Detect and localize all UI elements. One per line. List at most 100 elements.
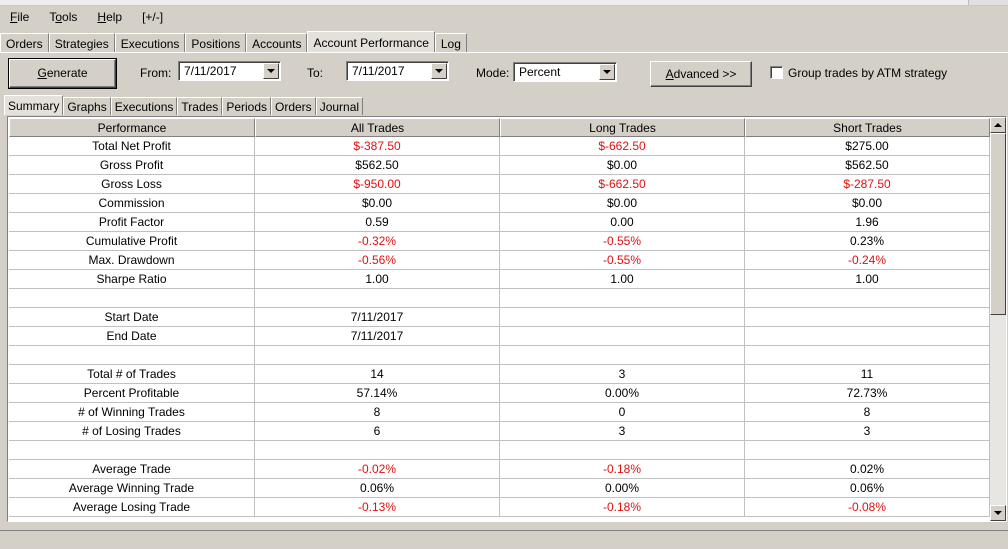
scroll-up-icon[interactable] xyxy=(990,117,1006,133)
tab-orders[interactable]: Orders xyxy=(0,33,49,53)
from-date-value: 7/11/2017 xyxy=(184,64,237,78)
table-row[interactable]: Gross Loss $-950.00 $-662.50 $-287.50 xyxy=(9,175,990,194)
generate-accel: G xyxy=(37,66,47,80)
column-header-all-trades[interactable]: All Trades xyxy=(255,118,500,137)
to-date-dropdown[interactable]: 7/11/2017 xyxy=(346,61,449,81)
advanced-accel: A xyxy=(665,67,674,81)
chevron-down-icon[interactable] xyxy=(431,63,447,79)
cell-metric: Profit Factor xyxy=(9,213,255,232)
table-row[interactable]: End Date 7/11/2017 xyxy=(9,327,990,346)
cell-short-trades: 0.02% xyxy=(745,460,990,479)
mode-select[interactable]: Percent xyxy=(513,62,617,82)
cell-metric xyxy=(9,346,255,365)
cell-all-trades: 7/11/2017 xyxy=(255,327,500,346)
cell-long-trades: 1.00 xyxy=(500,270,745,289)
table-row[interactable] xyxy=(9,289,990,308)
cell-all-trades: -0.56% xyxy=(255,251,500,270)
cell-short-trades xyxy=(745,289,990,308)
status-bar xyxy=(0,530,1008,549)
table-row[interactable] xyxy=(9,441,990,460)
main-tab-strip: Orders Strategies Executions Positions Accou… xyxy=(0,31,467,53)
cell-long-trades xyxy=(500,346,745,365)
chevron-down-icon[interactable] xyxy=(263,63,279,79)
tab-log[interactable]: Log xyxy=(434,33,467,53)
cell-metric: Cumulative Profit xyxy=(9,232,255,251)
cell-all-trades: -0.13% xyxy=(255,498,500,517)
mode-label: Mode: xyxy=(476,66,510,80)
tab-strategies[interactable]: Strategies xyxy=(48,33,115,53)
summary-grid: Performance All Trades Long Trades Short… xyxy=(7,116,1007,522)
scroll-down-icon[interactable] xyxy=(990,505,1006,521)
menu-help[interactable]: Help xyxy=(87,10,132,24)
subtab-periods[interactable]: Periods xyxy=(222,97,271,115)
table-row[interactable]: Percent Profitable 57.14% 0.00% 72.73% xyxy=(9,384,990,403)
vertical-scrollbar[interactable] xyxy=(990,117,1006,521)
column-header-short-trades[interactable]: Short Trades xyxy=(745,118,990,137)
cell-short-trades: -0.08% xyxy=(745,498,990,517)
table-row[interactable]: Average Winning Trade 0.06% 0.00% 0.06% xyxy=(9,479,990,498)
cell-short-trades: 3 xyxy=(745,422,990,441)
cell-all-trades: $-387.50 xyxy=(255,137,500,156)
cell-metric: Total Net Profit xyxy=(9,137,255,156)
subtab-trades[interactable]: Trades xyxy=(177,97,223,115)
menu-tools[interactable]: Tools xyxy=(39,10,87,24)
advanced-button[interactable]: Advanced >> xyxy=(650,61,752,87)
menu-bar: File Tools Help [+/-] xyxy=(0,6,1008,28)
table-row[interactable]: # of Winning Trades 8 0 8 xyxy=(9,403,990,422)
table-row[interactable]: Gross Profit $562.50 $0.00 $562.50 xyxy=(9,156,990,175)
subtab-summary[interactable]: Summary xyxy=(4,95,64,115)
subtab-journal[interactable]: Journal xyxy=(315,97,364,115)
from-date-dropdown[interactable]: 7/11/2017 xyxy=(178,61,281,81)
tab-positions[interactable]: Positions xyxy=(185,33,247,53)
cell-metric: Total # of Trades xyxy=(9,365,255,384)
table-row[interactable] xyxy=(9,346,990,365)
mode-value: Percent xyxy=(519,65,561,79)
table-row[interactable]: Start Date 7/11/2017 xyxy=(9,308,990,327)
column-header-performance[interactable]: Performance xyxy=(9,118,255,137)
cell-long-trades: -0.18% xyxy=(500,498,745,517)
cell-long-trades: 3 xyxy=(500,422,745,441)
table-row[interactable]: Cumulative Profit -0.32% -0.55% 0.23% xyxy=(9,232,990,251)
cell-metric: Gross Loss xyxy=(9,175,255,194)
subtab-graphs[interactable]: Graphs xyxy=(63,97,111,115)
group-by-atm-label: Group trades by ATM strategy xyxy=(788,66,948,80)
cell-metric: Max. Drawdown xyxy=(9,251,255,270)
chevron-down-icon[interactable] xyxy=(599,64,615,80)
table-row[interactable]: Commission $0.00 $0.00 $0.00 xyxy=(9,194,990,213)
menu-label: elp xyxy=(106,10,123,24)
scrollbar-thumb[interactable] xyxy=(990,133,1006,315)
table-row[interactable]: Total # of Trades 14 3 11 xyxy=(9,365,990,384)
cell-long-trades: 0.00% xyxy=(500,479,745,498)
generate-button[interactable]: Generate xyxy=(8,58,117,89)
tab-executions[interactable]: Executions xyxy=(114,33,186,53)
subtab-orders[interactable]: Orders xyxy=(271,97,316,115)
table-row[interactable]: Profit Factor 0.59 0.00 1.96 xyxy=(9,213,990,232)
menu-expand[interactable]: [+/-] xyxy=(132,10,173,24)
cell-all-trades: 57.14% xyxy=(255,384,500,403)
menu-accel: H xyxy=(97,10,107,24)
cell-short-trades xyxy=(745,327,990,346)
cell-metric xyxy=(9,289,255,308)
cell-short-trades: 1.96 xyxy=(745,213,990,232)
tab-accounts[interactable]: Accounts xyxy=(246,33,308,53)
cell-short-trades: 1.00 xyxy=(745,270,990,289)
cell-long-trades: 0.00 xyxy=(500,213,745,232)
table-row[interactable]: Average Trade -0.02% -0.18% 0.02% xyxy=(9,460,990,479)
cell-long-trades: -0.18% xyxy=(500,460,745,479)
table-row[interactable]: Total Net Profit $-387.50 $-662.50 $275.00 xyxy=(9,137,990,156)
group-by-atm-checkbox[interactable] xyxy=(770,66,783,79)
cell-short-trades: -0.24% xyxy=(745,251,990,270)
table-header-row: Performance All Trades Long Trades Short… xyxy=(9,118,990,137)
column-header-long-trades[interactable]: Long Trades xyxy=(500,118,745,137)
tab-account-performance[interactable]: Account Performance xyxy=(307,31,435,53)
menu-file[interactable]: File xyxy=(0,10,39,24)
table-row[interactable]: Average Losing Trade -0.13% -0.18% -0.08% xyxy=(9,498,990,517)
cell-metric: Percent Profitable xyxy=(9,384,255,403)
cell-all-trades: 7/11/2017 xyxy=(255,308,500,327)
to-label: To: xyxy=(307,66,324,80)
table-row[interactable]: # of Losing Trades 6 3 3 xyxy=(9,422,990,441)
table-row[interactable]: Max. Drawdown -0.56% -0.55% -0.24% xyxy=(9,251,990,270)
table-row[interactable]: Sharpe Ratio 1.00 1.00 1.00 xyxy=(9,270,990,289)
cell-metric: Start Date xyxy=(9,308,255,327)
subtab-executions[interactable]: Executions xyxy=(110,97,178,115)
